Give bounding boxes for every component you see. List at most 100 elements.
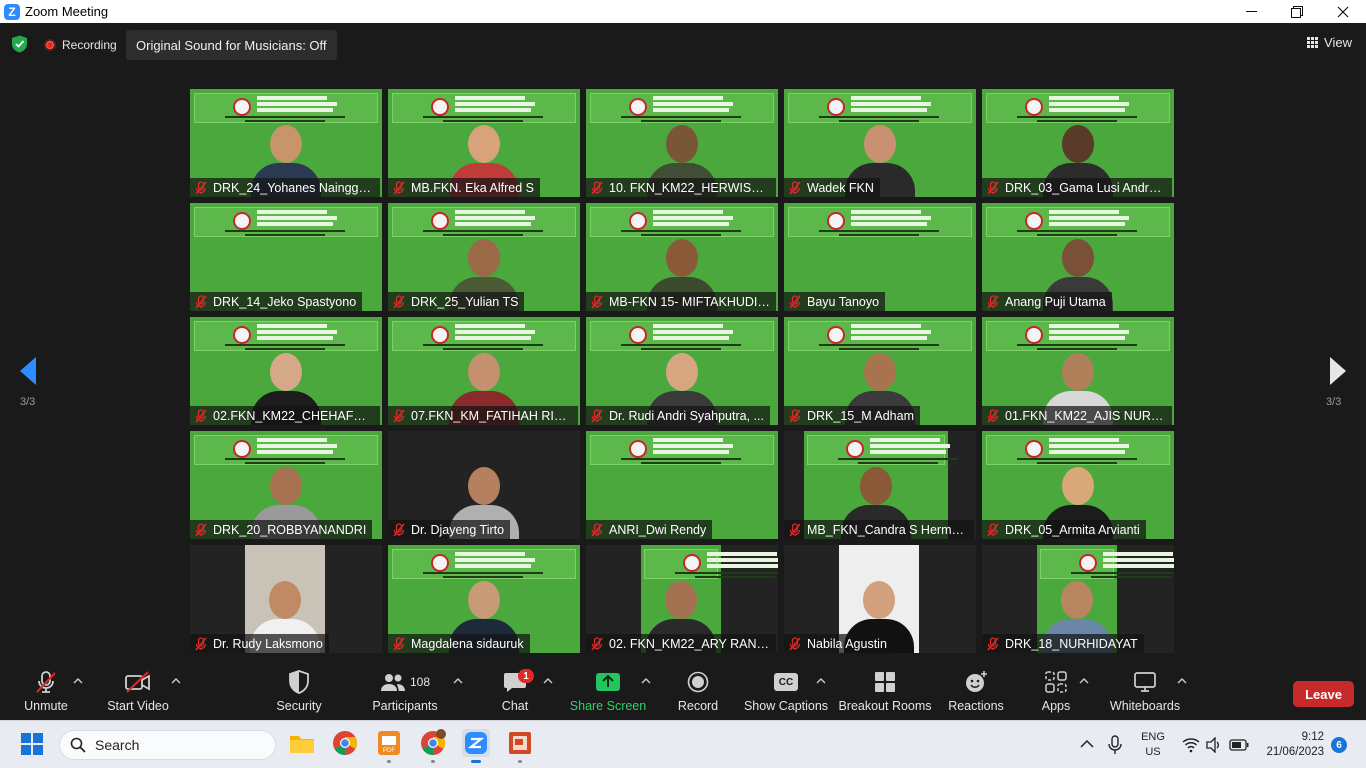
university-emblem-icon [1079,554,1097,572]
share-screen-button[interactable]: Share Screen [570,665,646,720]
whiteboards-options-caret-icon[interactable] [1177,677,1187,685]
participant-video-tile[interactable]: DRK_14_Jeko Spastyono [190,203,382,311]
participant-video-tile[interactable]: 10. FKN_KM22_HERWIST SI... [586,89,778,197]
original-sound-toggle[interactable]: Original Sound for Musicians: Off [126,30,337,60]
university-emblem-icon [233,98,251,116]
university-emblem-icon [431,554,449,572]
participant-video-tile[interactable]: MB_FKN_Candra S Hermaw... [784,431,976,539]
battery-icon[interactable] [1229,739,1249,751]
unmute-label: Unmute [24,699,68,713]
next-page-arrow-icon[interactable] [1328,355,1348,387]
recording-dot-icon [44,39,56,51]
minimize-button[interactable] [1228,0,1274,23]
participant-video-tile[interactable]: Dr. Rudy Laksmono [190,545,382,653]
system-clock[interactable]: 9:12 21/06/2023 [1262,730,1324,760]
participant-name: 10. FKN_KM22_HERWIST SI... [609,180,770,195]
mic-muted-icon [789,522,801,536]
participant-video-tile[interactable]: Bayu Tanoyo [784,203,976,311]
share-options-caret-icon[interactable] [641,677,651,685]
participant-video-tile[interactable]: 02. FKN_KM22_ARY RANDY [586,545,778,653]
participant-name-tag: Magdalena sidauruk [388,634,530,653]
captions-options-caret-icon[interactable] [816,677,826,685]
maximize-button[interactable] [1274,0,1320,23]
start-video-button[interactable]: Start Video [106,665,170,720]
participant-name-tag: 02. FKN_KM22_ARY RANDY [586,634,776,653]
participant-video-tile[interactable]: Dr. Djayeng Tirto [388,431,580,539]
participant-video-tile[interactable]: ANRI_Dwi Rendy [586,431,778,539]
close-button[interactable] [1320,0,1366,23]
show-captions-button[interactable]: CC Show Captions [743,665,829,720]
show-hidden-icons-caret-icon[interactable] [1080,739,1094,749]
participant-name-tag: DRK_25_Yulian TS [388,292,525,311]
participant-video-tile[interactable]: DRK_18_NURHIDAYAT [982,545,1174,653]
zoom-taskbar-icon[interactable] [462,729,490,763]
participant-video-tile[interactable]: Anang Puji Utama [982,203,1174,311]
participant-name-tag: ANRI_Dwi Rendy [586,520,713,539]
participant-video-tile[interactable]: DRK_20_ROBBYANANDRI [190,431,382,539]
windows-start-icon[interactable] [21,733,43,755]
participant-name: DRK_15_M Adham [807,408,915,423]
apps-button[interactable]: Apps [1038,665,1074,720]
participant-name: Dr. Djayeng Tirto [411,522,505,537]
input-language-indicator[interactable]: ENG US [1140,730,1166,760]
participant-video-tile[interactable]: DRK_05_Armita Arvianti [982,431,1174,539]
powerpoint-icon[interactable] [506,729,534,763]
volume-icon[interactable] [1206,737,1222,753]
participant-video-tile[interactable]: Dr. Rudi Andri Syahputra, ... [586,317,778,425]
recording-indicator[interactable]: Recording [44,34,117,56]
unmute-button[interactable]: Unmute [18,665,74,720]
breakout-rooms-button[interactable]: Breakout Rooms [838,665,932,720]
participant-name-tag: DRK_15_M Adham [784,406,921,425]
wifi-icon[interactable] [1182,737,1200,753]
participant-name: Dr. Rudy Laksmono [213,636,323,651]
participant-video-tile[interactable]: 07.FKN_KM_FATIHAH RIZKI... [388,317,580,425]
participant-video-tile[interactable]: Wadek FKN [784,89,976,197]
mic-muted-icon [591,294,603,308]
mic-muted-icon [36,671,56,693]
search-placeholder: Search [95,737,140,753]
whiteboard-icon [1134,672,1156,692]
grid-view-icon [1307,37,1319,48]
mic-muted-icon [789,408,801,422]
participant-video-tile[interactable]: DRK_15_M Adham [784,317,976,425]
mic-muted-icon [195,522,207,536]
microphone-tray-icon[interactable] [1108,735,1122,755]
participant-video-tile[interactable]: 01.FKN_KM22_AJIS NUR EF... [982,317,1174,425]
whiteboards-button[interactable]: Whiteboards [1108,665,1182,720]
participant-video-tile[interactable]: 02.FKN_KM22_CHEHAFNI D... [190,317,382,425]
video-options-caret-icon[interactable] [171,677,181,685]
record-button[interactable]: Record [676,665,720,720]
participant-video-tile[interactable]: Magdalena sidauruk [388,545,580,653]
taskbar-search-box[interactable]: Search [59,730,276,760]
apps-options-caret-icon[interactable] [1079,677,1089,685]
participants-options-caret-icon[interactable] [453,677,463,685]
participant-video-tile[interactable]: MB.FKN. Eka Alfred S [388,89,580,197]
participant-video-tile[interactable]: DRK_24_Yohanes Nainggol... [190,89,382,197]
participant-video-tile[interactable]: DRK_03_Gama Lusi Andrea... [982,89,1174,197]
reactions-button[interactable]: Reactions [948,665,1004,720]
participant-video-tile[interactable]: MB-FKN 15- MIFTAKHUDIN... [586,203,778,311]
view-button[interactable]: View [1307,35,1352,50]
leave-meeting-button[interactable]: Leave [1293,681,1354,707]
university-emblem-icon [683,554,701,572]
audio-options-caret-icon[interactable] [73,677,83,685]
pdf-app-icon[interactable]: PDF [375,729,403,763]
participant-video-tile[interactable]: Nabila Agustin [784,545,976,653]
chat-options-caret-icon[interactable] [543,677,553,685]
encryption-shield-icon[interactable] [11,35,28,53]
notification-count-badge[interactable]: 6 [1331,737,1347,753]
participants-label: Participants [372,699,438,713]
show-captions-label: Show Captions [743,699,829,713]
security-button[interactable]: Security [271,665,327,720]
chrome-profile-icon[interactable] [419,729,447,763]
university-emblem-icon [1025,440,1043,458]
record-icon [687,671,709,693]
file-explorer-icon[interactable] [288,729,316,757]
chrome-icon[interactable] [331,729,359,757]
previous-page-arrow-icon[interactable] [18,355,38,387]
university-emblem-icon [846,440,864,458]
participant-name: DRK_03_Gama Lusi Andrea... [1005,180,1166,195]
keyboard-layout: US [1145,746,1161,758]
participants-button[interactable]: 108 Participants [372,665,438,720]
participant-video-tile[interactable]: DRK_25_Yulian TS [388,203,580,311]
